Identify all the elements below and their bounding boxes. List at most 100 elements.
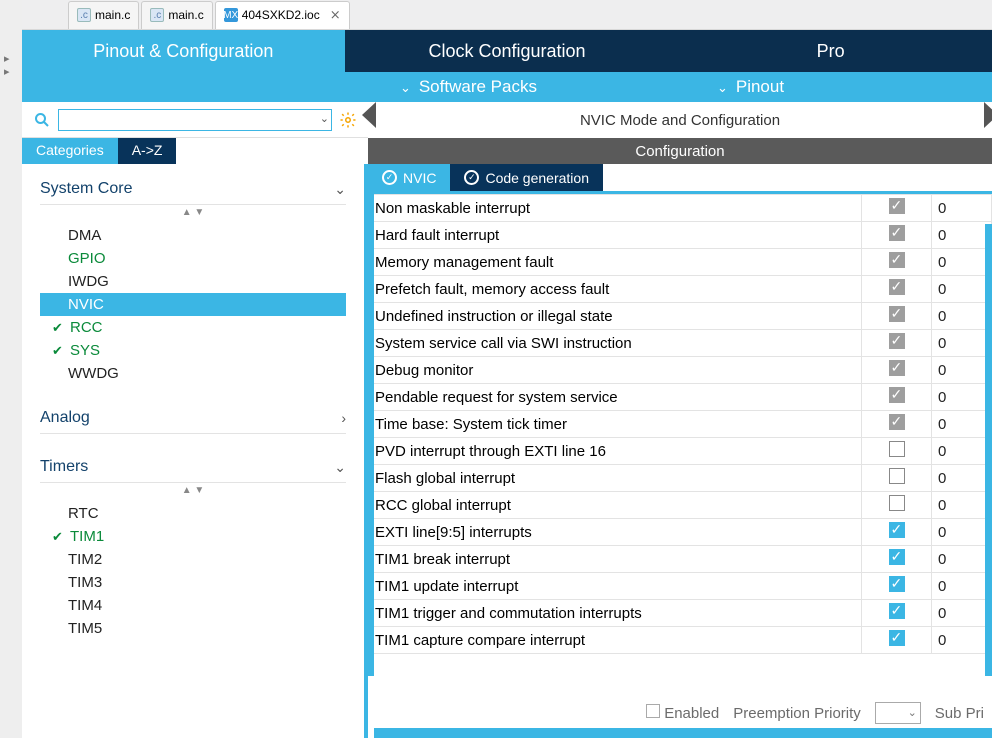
interrupt-priority: 0 xyxy=(932,600,992,627)
sidebar-item-label: RTC xyxy=(68,505,99,522)
interrupt-enabled-cell[interactable] xyxy=(862,249,932,276)
sidebar-item[interactable]: RTC xyxy=(40,502,346,525)
editor-tab[interactable]: .cmain.c xyxy=(141,1,212,29)
sidebar-item-label: TIM1 xyxy=(70,528,104,545)
interrupt-enabled-cell[interactable] xyxy=(862,357,932,384)
main-tab[interactable]: Pro xyxy=(668,30,992,72)
search-input[interactable]: ⌄ xyxy=(58,109,332,131)
sidebar-item[interactable]: WWDG xyxy=(40,362,346,385)
interrupt-table: Non maskable interrupt0Hard fault interr… xyxy=(368,194,992,654)
chevron-right-icon: › xyxy=(341,410,346,426)
enabled-toggle[interactable]: Enabled xyxy=(646,704,719,722)
interrupt-priority: 0 xyxy=(932,303,992,330)
interrupt-name: EXTI line[9:5] interrupts xyxy=(369,519,862,546)
sidebar-item[interactable]: TIM5 xyxy=(40,617,346,640)
interrupt-enabled-cell[interactable] xyxy=(862,411,932,438)
interrupt-enabled-cell[interactable] xyxy=(862,465,932,492)
sidebar-item[interactable]: DMA xyxy=(40,224,346,247)
table-row[interactable]: TIM1 break interrupt0 xyxy=(369,546,992,573)
search-icon[interactable] xyxy=(32,110,52,130)
config-title: NVIC Mode and Configuration xyxy=(580,112,780,129)
sidebar: ⌄ Categories A->Z System Core⌄▲ ▼DMAGPIO… xyxy=(22,102,368,738)
sidebar-item-label: TIM5 xyxy=(68,620,102,637)
category-header[interactable]: Analog› xyxy=(40,403,346,434)
editor-tab-label: main.c xyxy=(168,8,203,22)
table-row[interactable]: Debug monitor0 xyxy=(369,357,992,384)
preemption-dropdown[interactable]: ⌄ xyxy=(875,702,921,724)
interrupt-priority: 0 xyxy=(932,519,992,546)
pinout-menu[interactable]: ⌄Pinout xyxy=(717,77,784,97)
table-row[interactable]: Memory management fault0 xyxy=(369,249,992,276)
checkbox-icon xyxy=(889,522,905,538)
category-header[interactable]: System Core⌄ xyxy=(40,174,346,205)
config-inner-tab[interactable]: ✓Code generation xyxy=(450,164,603,191)
interrupt-enabled-cell[interactable] xyxy=(862,276,932,303)
interrupt-priority: 0 xyxy=(932,222,992,249)
tab-a-to-z[interactable]: A->Z xyxy=(118,138,177,164)
table-scroll-left[interactable] xyxy=(368,194,374,676)
checkbox-icon xyxy=(889,576,905,592)
editor-tab[interactable]: .cmain.c xyxy=(68,1,139,29)
table-row[interactable]: Flash global interrupt0 xyxy=(369,465,992,492)
interrupt-enabled-cell[interactable] xyxy=(862,195,932,222)
table-row[interactable]: TIM1 trigger and commutation interrupts 0 xyxy=(369,600,992,627)
interrupt-priority: 0 xyxy=(932,411,992,438)
sidebar-item[interactable]: TIM1 xyxy=(40,525,346,548)
sort-icon[interactable]: ▲ ▼ xyxy=(40,483,346,498)
preemption-label: Preemption Priority xyxy=(733,705,861,722)
checkbox-icon xyxy=(889,225,905,241)
checkbox-icon xyxy=(889,549,905,565)
interrupt-enabled-cell[interactable] xyxy=(862,330,932,357)
interrupt-enabled-cell[interactable] xyxy=(862,546,932,573)
sidebar-item[interactable]: NVIC xyxy=(40,293,346,316)
interrupt-enabled-cell[interactable] xyxy=(862,492,932,519)
configuration-bar: Configuration xyxy=(368,138,992,164)
table-row[interactable]: TIM1 update interrupt0 xyxy=(369,573,992,600)
config-inner-tab[interactable]: ✓NVIC xyxy=(368,164,450,191)
table-row[interactable]: TIM1 capture compare interrupt0 xyxy=(369,627,992,654)
interrupt-enabled-cell[interactable] xyxy=(862,600,932,627)
interrupt-enabled-cell[interactable] xyxy=(862,303,932,330)
sidebar-item[interactable]: RCC xyxy=(40,316,346,339)
sidebar-item[interactable]: GPIO xyxy=(40,247,346,270)
table-row[interactable]: PVD interrupt through EXTI line 160 xyxy=(369,438,992,465)
category-name: Timers xyxy=(40,458,88,476)
table-row[interactable]: Non maskable interrupt0 xyxy=(369,195,992,222)
check-circle-icon: ✓ xyxy=(464,170,479,185)
table-row[interactable]: Prefetch fault, memory access fault0 xyxy=(369,276,992,303)
sidebar-item[interactable]: SYS xyxy=(40,339,346,362)
tab-categories[interactable]: Categories xyxy=(22,138,118,164)
interrupt-enabled-cell[interactable] xyxy=(862,438,932,465)
sidebar-item[interactable]: TIM4 xyxy=(40,594,346,617)
interrupt-enabled-cell[interactable] xyxy=(862,222,932,249)
main-tab[interactable]: Pinout & Configuration xyxy=(22,30,345,72)
table-row[interactable]: System service call via SWI instruction0 xyxy=(369,330,992,357)
table-row[interactable]: RCC global interrupt0 xyxy=(369,492,992,519)
close-icon[interactable]: ⨯ xyxy=(330,7,341,23)
editor-tab-label: main.c xyxy=(95,8,130,22)
interrupt-enabled-cell[interactable] xyxy=(862,384,932,411)
table-row[interactable]: EXTI line[9:5] interrupts 0 xyxy=(369,519,992,546)
gear-icon[interactable] xyxy=(338,110,358,130)
table-row[interactable]: Time base: System tick timer0 xyxy=(369,411,992,438)
table-row[interactable]: Undefined instruction or illegal state0 xyxy=(369,303,992,330)
software-packs-menu[interactable]: ⌄Software Packs xyxy=(400,77,537,97)
interrupt-enabled-cell[interactable] xyxy=(862,573,932,600)
table-row[interactable]: Pendable request for system service0 xyxy=(369,384,992,411)
sidebar-item[interactable]: TIM2 xyxy=(40,548,346,571)
category-header[interactable]: Timers⌄ xyxy=(40,452,346,483)
sidebar-item[interactable]: IWDG xyxy=(40,270,346,293)
checkbox-icon xyxy=(889,441,905,457)
interrupt-enabled-cell[interactable] xyxy=(862,519,932,546)
sort-icon[interactable]: ▲ ▼ xyxy=(40,205,346,220)
interrupt-enabled-cell[interactable] xyxy=(862,627,932,654)
table-scroll-right[interactable] xyxy=(985,224,992,676)
interrupt-name: RCC global interrupt xyxy=(369,492,862,519)
main-tab[interactable]: Clock Configuration xyxy=(345,30,669,72)
interrupt-name: TIM1 trigger and commutation interrupts xyxy=(369,600,862,627)
table-row[interactable]: Hard fault interrupt0 xyxy=(369,222,992,249)
next-peripheral-icon[interactable] xyxy=(984,102,992,128)
sidebar-item[interactable]: TIM3 xyxy=(40,571,346,594)
horizontal-scrollbar[interactable] xyxy=(374,728,992,738)
editor-tab[interactable]: MX404SXKD2.ioc⨯ xyxy=(215,1,350,29)
